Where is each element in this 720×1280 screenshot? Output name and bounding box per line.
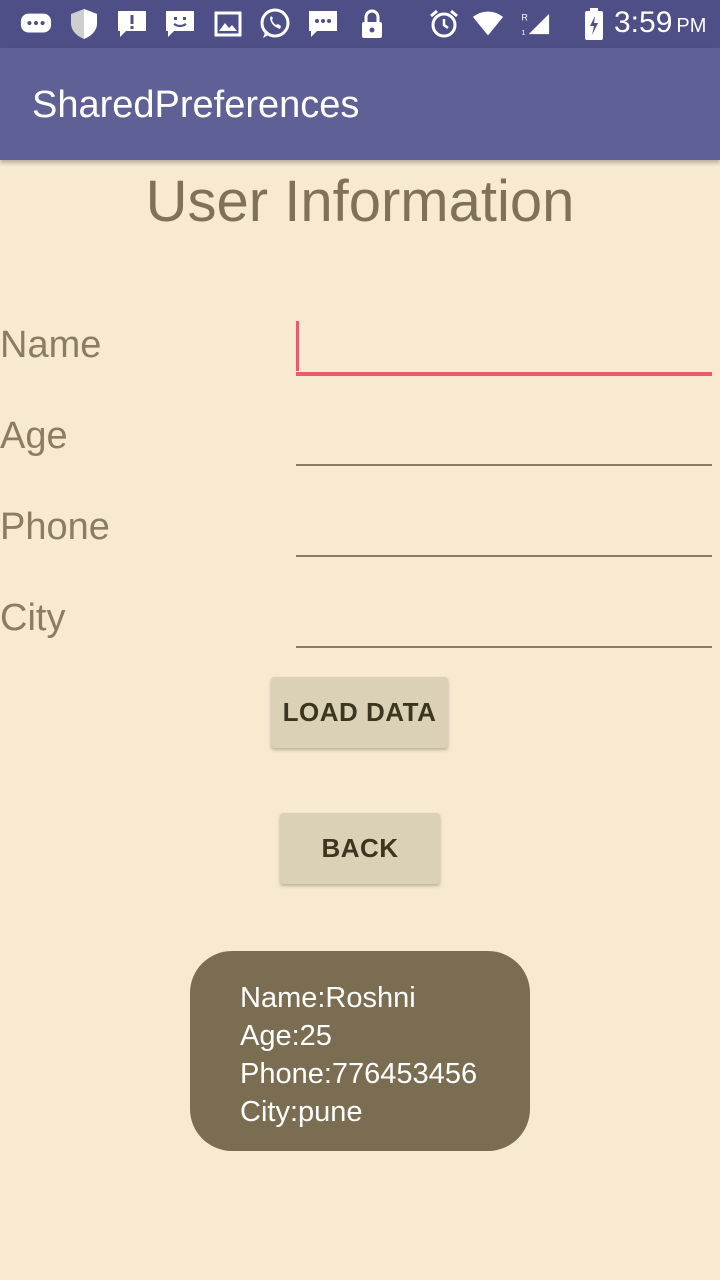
signal-icon: R1 [520, 8, 552, 40]
toast-city: City:pune [240, 1096, 363, 1128]
app-bar: SharedPreferences [0, 48, 720, 160]
text-cursor [296, 321, 299, 371]
message-icon [307, 8, 339, 40]
toast-name: Name:Roshni [240, 982, 416, 1014]
app-title: SharedPreferences [32, 84, 360, 126]
shield-icon [68, 8, 100, 40]
phone-field[interactable] [296, 497, 712, 557]
load-data-button[interactable]: LOAD DATA [271, 677, 448, 748]
whatsapp-icon [259, 8, 291, 40]
wifi-icon [472, 8, 504, 40]
name-label: Name [0, 324, 102, 366]
chat-bubble-icon [20, 8, 52, 40]
status-time: 3:59 PM [614, 6, 706, 40]
back-button[interactable]: BACK [280, 813, 440, 884]
age-label: Age [0, 415, 68, 457]
sim-label: 1 [521, 28, 525, 37]
status-time-ampm: PM [676, 15, 707, 37]
lock-icon [356, 8, 388, 40]
toast-age: Age:25 [240, 1020, 332, 1052]
city-field[interactable] [296, 588, 712, 648]
phone-label: Phone [0, 506, 110, 548]
alarm-icon [428, 8, 460, 40]
age-field[interactable] [296, 406, 712, 466]
signal-label: R [521, 12, 527, 22]
toast-phone: Phone:776453456 [240, 1058, 478, 1090]
image-icon [212, 8, 244, 40]
battery-icon [578, 8, 610, 40]
toast-message: Name:Roshni Age:25 Phone:776453456 City:… [190, 951, 530, 1151]
city-label: City [0, 597, 66, 639]
status-time-value: 3:59 [614, 6, 673, 39]
alert-icon [116, 8, 148, 40]
status-bar: R1 3:59 PM [0, 0, 720, 48]
page-title: User Information [145, 169, 575, 234]
face-icon [164, 8, 196, 40]
name-field[interactable] [296, 316, 712, 376]
